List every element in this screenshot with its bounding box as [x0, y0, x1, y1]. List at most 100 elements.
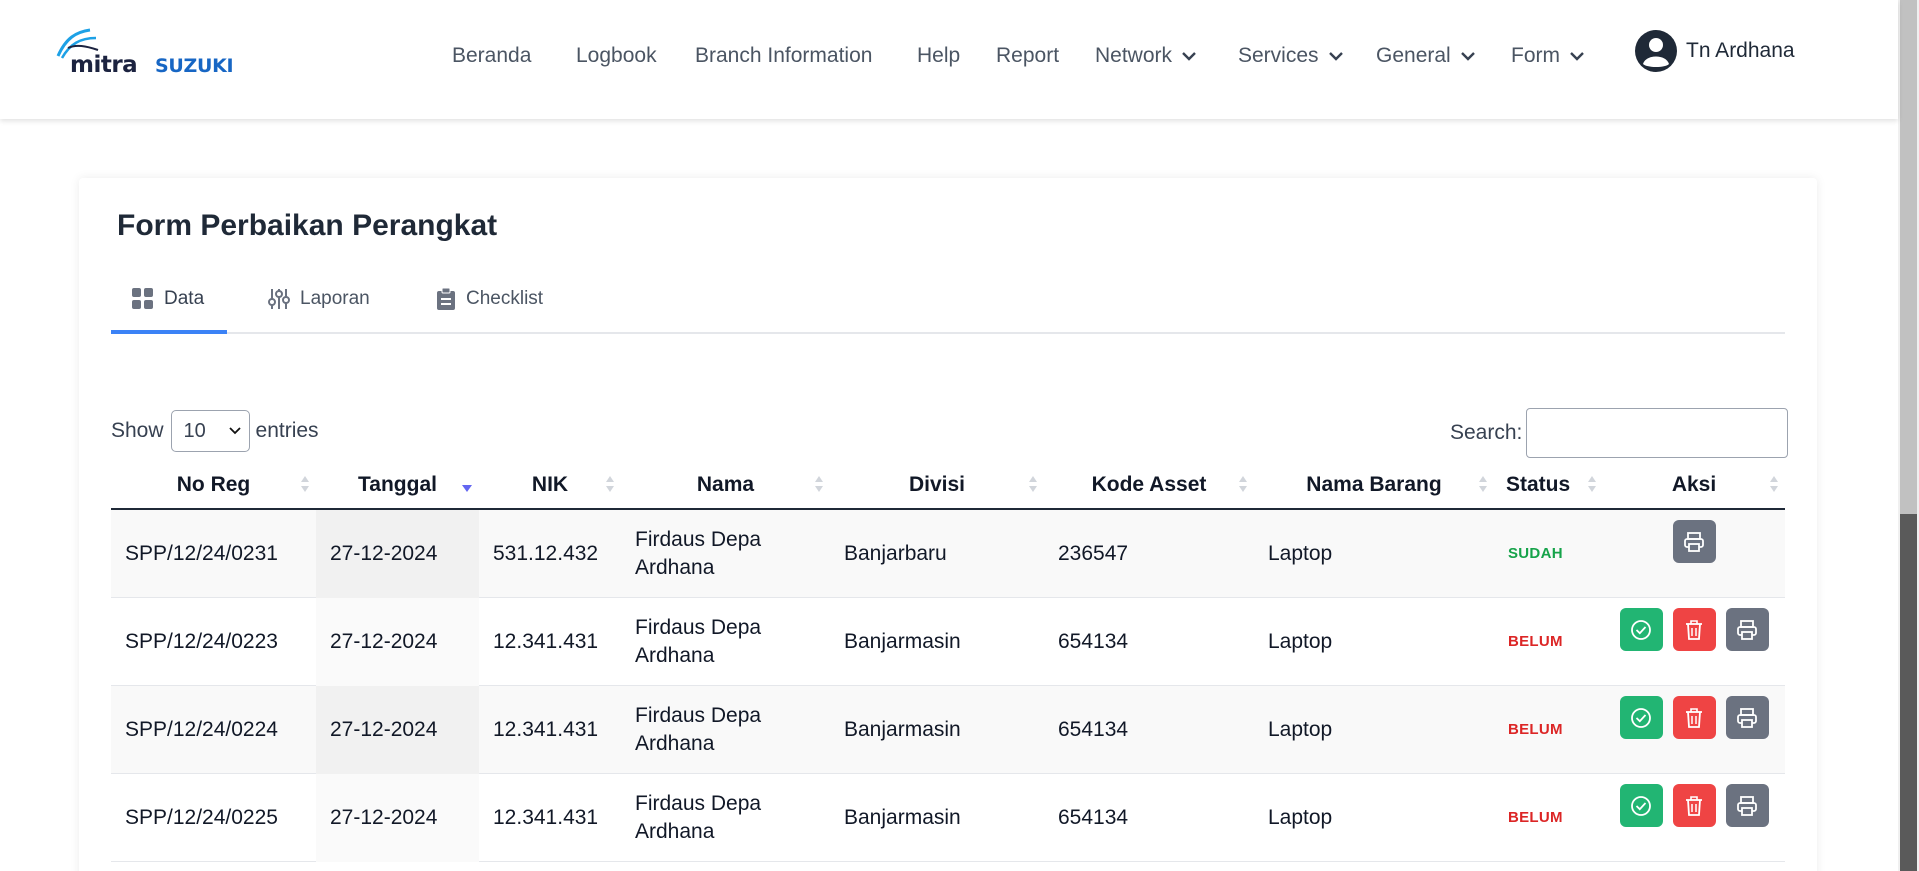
user-name: Tn Ardhana	[1686, 39, 1795, 62]
show-label: Show	[111, 419, 164, 442]
nav-network[interactable]: Network	[1095, 44, 1197, 68]
table-row: SPP/12/24/0224 27-12-2024 12.341.431 Fir…	[111, 686, 1785, 774]
cell-no-reg: SPP/12/24/0231	[125, 542, 278, 565]
cell-aksi	[1603, 774, 1785, 862]
entries-label: entries	[255, 419, 319, 442]
print-button[interactable]	[1725, 608, 1769, 651]
page-title: Form Perbaikan Perangkat	[117, 209, 498, 242]
cell-no-reg: SPP/12/24/0223	[125, 630, 278, 653]
chevron-down-icon	[228, 427, 241, 435]
print-button[interactable]	[1672, 520, 1716, 563]
search-input[interactable]	[1526, 408, 1789, 458]
col-kode-asset[interactable]: Kode Asset	[1044, 461, 1254, 508]
nav-report[interactable]: Report	[996, 44, 1059, 68]
delete-button[interactable]	[1672, 784, 1716, 827]
nav-branch-information[interactable]: Branch Information	[695, 44, 872, 68]
cell-nama-barang: Laptop	[1268, 806, 1333, 829]
column-label: Divisi	[908, 472, 966, 496]
status-badge: BELUM	[1508, 633, 1563, 650]
cell-aksi	[1603, 686, 1785, 774]
table-search: Search:	[1450, 408, 1789, 458]
nav-services[interactable]: Services	[1238, 44, 1344, 68]
sort-desc-icon	[462, 485, 472, 492]
tab-label: Laporan	[300, 288, 370, 309]
sort-icon	[1029, 476, 1037, 492]
col-nama[interactable]: Nama	[621, 461, 830, 508]
user-circle-icon	[1635, 30, 1677, 72]
nav-label: General	[1376, 44, 1451, 67]
cell-divisi: Banjarbaru	[844, 542, 947, 565]
nav-label: Network	[1095, 44, 1173, 67]
col-status[interactable]: Status	[1494, 461, 1603, 508]
tab-label: Data	[164, 288, 205, 309]
nav-label: Report	[996, 44, 1060, 67]
cell-nik: 12.341.431	[493, 806, 599, 829]
cell-nama-barang: Laptop	[1268, 630, 1333, 653]
nav-label: Services	[1238, 44, 1319, 67]
chevron-down-icon	[1328, 52, 1343, 61]
cell-no-reg: SPP/12/24/0224	[125, 718, 278, 741]
nav-help[interactable]: Help	[917, 44, 960, 68]
col-nik[interactable]: NIK	[479, 461, 621, 508]
cell-status: BELUM	[1494, 774, 1603, 862]
approve-button[interactable]	[1619, 696, 1663, 739]
cell-nama: Firdaus Depa Ardhana	[635, 616, 762, 667]
cell-tanggal: 27-12-2024	[316, 598, 479, 686]
check-circle-icon	[1631, 795, 1651, 816]
cell-divisi: Banjarmasin	[844, 630, 961, 653]
sort-icon	[1479, 476, 1487, 492]
nav-label: Beranda	[452, 44, 532, 67]
column-label: Nama Barang	[1306, 472, 1442, 496]
printer-icon	[1684, 531, 1704, 552]
cell-kode-asset: 236547	[1058, 542, 1129, 565]
nav-general[interactable]: General	[1376, 44, 1476, 68]
table-row: SPP/12/24/0231 27-12-2024 531.12.432 Fir…	[111, 510, 1785, 598]
cell-nama-barang: Laptop	[1268, 718, 1333, 741]
cell-nik: 531.12.432	[493, 542, 599, 565]
cell-nik: 12.341.431	[493, 718, 599, 741]
nav-form[interactable]: Form	[1511, 44, 1585, 68]
delete-button[interactable]	[1672, 608, 1716, 651]
col-no-reg[interactable]: No Reg	[111, 461, 316, 508]
delete-button[interactable]	[1672, 696, 1716, 739]
col-divisi[interactable]: Divisi	[830, 461, 1044, 508]
column-label: Nama	[696, 472, 755, 496]
column-label: NIK	[531, 472, 569, 496]
cell-nik: 12.341.431	[493, 630, 599, 653]
chevron-down-icon	[1182, 52, 1196, 61]
printer-icon	[1737, 795, 1757, 816]
data-table: No Reg Tanggal NIK Nama Divisi Kode Asse…	[111, 461, 1785, 862]
column-label: Tanggal	[358, 472, 437, 496]
sort-icon	[606, 476, 614, 492]
col-nama-barang[interactable]: Nama Barang	[1254, 461, 1494, 508]
tab-checklist[interactable]: Checklist	[436, 288, 543, 334]
col-tanggal[interactable]: Tanggal	[316, 461, 479, 508]
table-header: No Reg Tanggal NIK Nama Divisi Kode Asse…	[111, 461, 1785, 510]
cell-nama-barang: Laptop	[1268, 542, 1333, 565]
tab-data[interactable]: Data	[111, 288, 227, 334]
top-navbar: mitra SUZUKI Beranda Logbook Branch Info…	[0, 0, 1898, 119]
chevron-down-icon	[1570, 52, 1584, 61]
scrollbar-thumb[interactable]	[1900, 0, 1917, 514]
status-badge: SUDAH	[1508, 545, 1563, 562]
approve-button[interactable]	[1619, 784, 1663, 827]
cell-kode-asset: 654134	[1058, 718, 1129, 741]
nav-beranda[interactable]: Beranda	[452, 44, 531, 68]
cell-aksi	[1603, 598, 1785, 686]
status-badge: BELUM	[1508, 809, 1563, 826]
table-row: SPP/12/24/0223 27-12-2024 12.341.431 Fir…	[111, 598, 1785, 686]
col-aksi[interactable]: Aksi	[1603, 461, 1785, 508]
nav-logbook[interactable]: Logbook	[576, 44, 657, 68]
approve-button[interactable]	[1619, 608, 1663, 651]
sliders-icon	[268, 289, 290, 309]
print-button[interactable]	[1725, 696, 1769, 739]
tab-bar: Data Laporan Checklist	[111, 288, 1785, 334]
print-button[interactable]	[1725, 784, 1769, 827]
user-menu[interactable]: Tn Ardhana	[1635, 30, 1795, 72]
sort-icon	[1770, 476, 1778, 492]
trash-icon	[1686, 619, 1702, 640]
sort-icon	[1588, 476, 1596, 492]
entries-select[interactable]: 10	[170, 410, 250, 452]
tab-laporan[interactable]: Laporan	[268, 288, 370, 334]
entries-length: Show 10 entries	[111, 410, 319, 452]
